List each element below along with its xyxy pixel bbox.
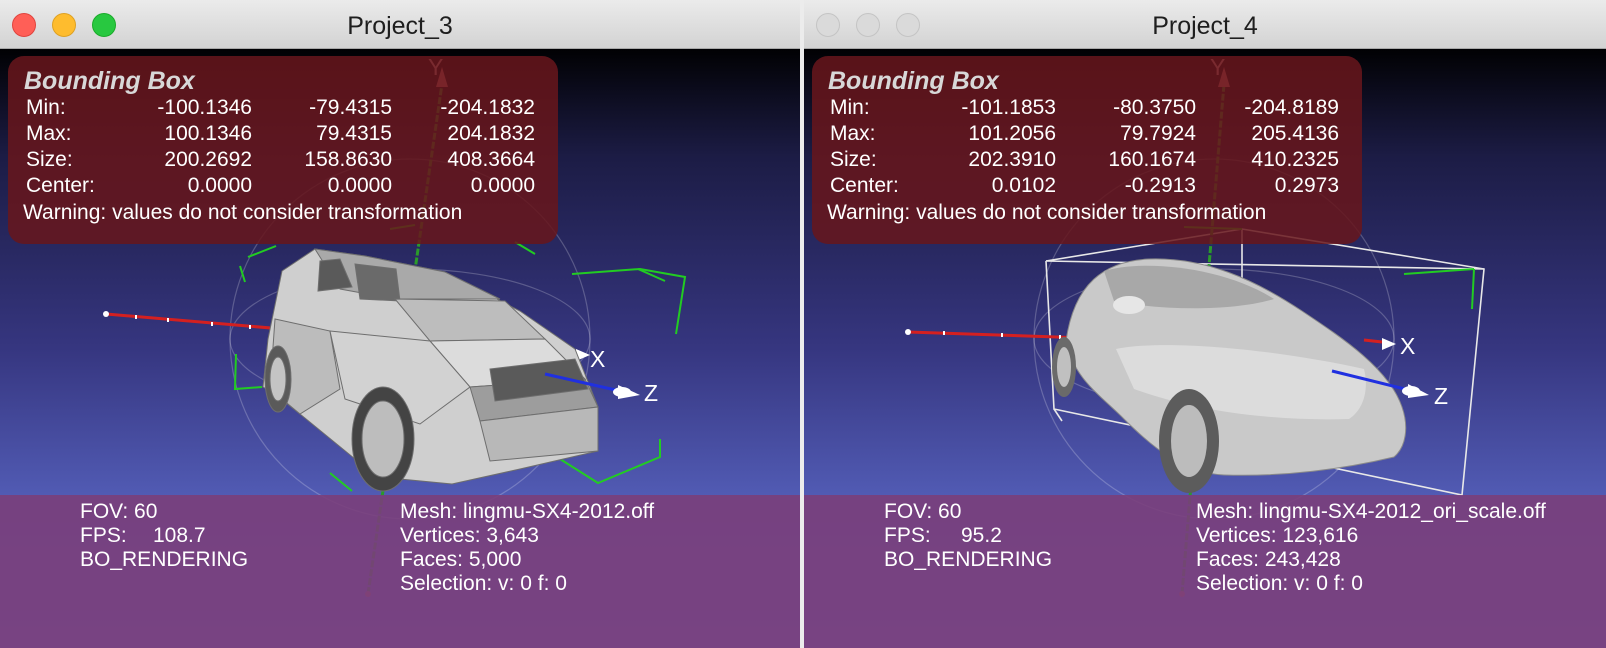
selection-info: Selection: v: 0 f: 0 — [400, 572, 567, 595]
bbox-warning: Warning: values do not consider transfor… — [827, 201, 1267, 224]
selection-info: Selection: v: 0 f: 0 — [1196, 572, 1363, 595]
bounding-box-title: Bounding Box — [24, 67, 195, 95]
bbox-z-value: 408.3664 — [447, 148, 535, 171]
bbox-x-value: 100.1346 — [164, 122, 252, 145]
bbox-x-value: -101.1853 — [961, 96, 1056, 119]
bbox-label: Center: — [26, 174, 95, 197]
window-title: Project_3 — [347, 12, 453, 40]
3d-viewport[interactable]: Y X Z Bounding Box Min: -100.1346 -79.43… — [0, 49, 800, 648]
fps-value: 95.2 — [961, 524, 1002, 547]
x-axis-label: X — [590, 346, 606, 372]
bbox-x-value: 202.3910 — [968, 148, 1056, 171]
bbox-z-value: -204.8189 — [1244, 96, 1339, 119]
fov-text: FOV: 60 — [80, 500, 158, 523]
bbox-y-value: 160.1674 — [1108, 148, 1196, 171]
fps-label: FPS: — [80, 524, 127, 547]
bounding-box-panel: Bounding Box Min: -100.1346 -79.4315 -20… — [8, 56, 558, 244]
bbox-y-value: 0.0000 — [327, 174, 392, 197]
bounding-box-panel: Bounding Box Min: -101.1853 -80.3750 -20… — [812, 56, 1362, 244]
x-axis-label: X — [1400, 333, 1416, 359]
bbox-z-value: 410.2325 — [1251, 148, 1339, 171]
bbox-y-value: -80.3750 — [1113, 96, 1196, 119]
title-bar[interactable]: Project_4 — [804, 0, 1606, 49]
window-title: Project_4 — [1152, 12, 1258, 40]
bbox-z-value: 205.4136 — [1251, 122, 1339, 145]
face-count: Faces: 5,000 — [400, 548, 522, 571]
bbox-y-value: -79.4315 — [309, 96, 392, 119]
bbox-x-value: 0.0102 — [991, 174, 1056, 197]
bbox-x-value: 200.2692 — [164, 148, 252, 171]
bbox-warning: Warning: values do not consider transfor… — [23, 201, 463, 224]
bbox-label: Center: — [830, 174, 899, 197]
bbox-z-value: 0.0000 — [470, 174, 535, 197]
bbox-label: Max: — [26, 122, 72, 145]
bbox-z-value: 204.1832 — [447, 122, 535, 145]
vertex-count: Vertices: 3,643 — [400, 524, 539, 547]
bbox-label: Max: — [830, 122, 876, 145]
vertex-count: Vertices: 123,616 — [1196, 524, 1359, 547]
z-axis-label: Z — [644, 380, 659, 406]
info-overlay: FOV: 60 FPS: 108.7 BO_RENDERING Mesh: li… — [0, 495, 800, 648]
bbox-label: Min: — [26, 96, 66, 119]
mesh-name: Mesh: lingmu-SX4-2012.off — [400, 500, 655, 523]
bounding-box-title: Bounding Box — [828, 67, 999, 95]
info-overlay: FOV: 60 FPS: 95.2 BO_RENDERING Mesh: lin… — [804, 495, 1606, 648]
z-axis-label: Z — [1434, 383, 1449, 409]
bbox-y-value: -0.2913 — [1124, 174, 1196, 197]
fov-text: FOV: 60 — [884, 500, 962, 523]
bbox-x-value: 0.0000 — [187, 174, 252, 197]
bbox-label: Size: — [830, 148, 877, 171]
render-mode: BO_RENDERING — [80, 548, 249, 571]
bbox-z-value: -204.1832 — [440, 96, 535, 119]
window-project-3[interactable]: Project_3 X Z Bounding Box Min: -100.134… — [0, 0, 800, 648]
fps-label: FPS: — [884, 524, 931, 547]
bbox-y-value: 79.4315 — [316, 122, 392, 145]
bbox-label: Size: — [26, 148, 73, 171]
bbox-y-value: 79.7924 — [1120, 122, 1196, 145]
bbox-z-value: 0.2973 — [1274, 174, 1339, 197]
bbox-x-value: -100.1346 — [157, 96, 252, 119]
bbox-label: Min: — [830, 96, 870, 119]
face-count: Faces: 243,428 — [1196, 548, 1341, 571]
fps-value: 108.7 — [153, 524, 206, 547]
3d-viewport[interactable]: Y X Z Bounding Box Min: -101.1853 -80.37… — [804, 49, 1606, 648]
render-mode: BO_RENDERING — [884, 548, 1053, 571]
bbox-x-value: 101.2056 — [968, 122, 1056, 145]
bbox-y-value: 158.8630 — [304, 148, 392, 171]
car-mesh — [262, 248, 599, 492]
mesh-name: Mesh: lingmu-SX4-2012_ori_scale.off — [1196, 500, 1546, 523]
title-bar[interactable]: Project_3 — [0, 0, 800, 49]
window-project-4[interactable]: Project_4 X Z Bounding Box Min: -101.185… — [804, 0, 1606, 648]
